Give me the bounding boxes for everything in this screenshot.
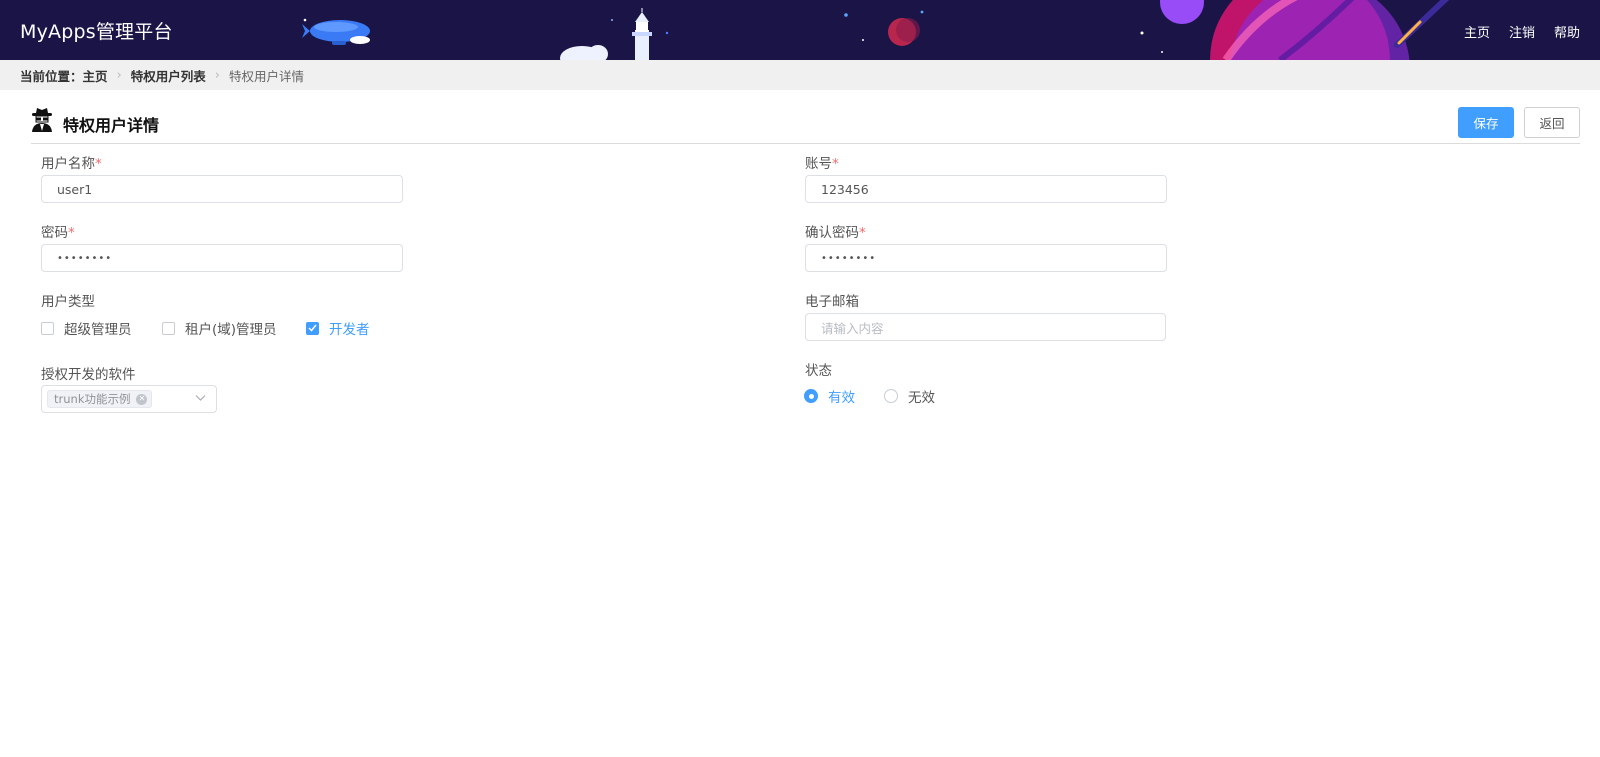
app-title: MyApps管理平台 [20, 21, 173, 43]
user-type-developer-checkbox[interactable]: 开发者 [306, 318, 370, 338]
username-input[interactable]: user1 [41, 175, 403, 203]
checkbox-label: 超级管理员 [64, 322, 132, 338]
top-header: MyApps管理平台 主页 注销 帮助 [0, 0, 1600, 60]
status-invalid-radio[interactable]: 无效 [884, 386, 935, 406]
required-mark: * [68, 225, 75, 241]
account-input[interactable]: 123456 [805, 175, 1167, 203]
user-type-label: 用户类型 [41, 294, 95, 310]
username-label-text: 用户名称 [41, 156, 95, 172]
status-label: 状态 [805, 363, 832, 379]
software-label: 授权开发的软件 [41, 367, 136, 383]
email-label: 电子邮箱 [805, 294, 859, 310]
password-label-text: 密码 [41, 225, 68, 241]
required-mark: * [859, 225, 866, 241]
chevron-right-icon: › [116, 67, 122, 83]
header-illustration [302, 0, 1450, 60]
save-button[interactable]: 保存 [1458, 107, 1514, 138]
breadcrumb: 当前位置： 主页 › 特权用户列表 › 特权用户详情 [0, 60, 1600, 90]
spy-icon [32, 108, 52, 132]
account-label: 账号* [805, 152, 839, 172]
nav-logout-link[interactable]: 注销 [1509, 22, 1535, 41]
account-label-text: 账号 [805, 156, 832, 172]
breadcrumb-user-list[interactable]: 特权用户列表 [131, 66, 206, 85]
email-input[interactable]: 请输入内容 [805, 313, 1166, 341]
breadcrumb-prefix: 当前位置： [20, 68, 83, 84]
radio-dot [804, 389, 818, 403]
confirm-password-label: 确认密码* [805, 221, 866, 241]
password-input[interactable]: •••••••• [41, 244, 403, 272]
close-icon[interactable]: ✕ [136, 393, 148, 405]
required-mark: * [95, 156, 102, 172]
status-valid-radio[interactable]: 有效 [804, 386, 855, 406]
chevron-right-icon: › [214, 67, 220, 83]
breadcrumb-home[interactable]: 主页 [83, 66, 108, 85]
user-type-tenant-admin-checkbox[interactable]: 租户(域)管理员 [162, 318, 277, 338]
user-detail-form: 用户名称* user1 账号* 123456 密码* •••••••• 确认密码… [0, 144, 1600, 444]
checkbox-box [162, 321, 175, 335]
password-label: 密码* [41, 221, 75, 241]
user-type-super-admin-checkbox[interactable]: 超级管理员 [41, 318, 132, 338]
page-title: 特权用户详情 [63, 116, 160, 135]
checkbox-box [41, 321, 54, 335]
back-button[interactable]: 返回 [1524, 107, 1580, 138]
page-header: 特权用户详情 保存 返回 [31, 90, 1580, 144]
software-select[interactable]: trunk功能示例 ✕ [41, 385, 217, 413]
confirm-password-label-text: 确认密码 [805, 225, 859, 241]
radio-dot [884, 389, 898, 403]
checkbox-label: 租户(域)管理员 [185, 322, 277, 338]
software-tag: trunk功能示例 ✕ [47, 390, 153, 408]
nav-home-link[interactable]: 主页 [1464, 22, 1490, 41]
chevron-down-icon [195, 395, 206, 401]
username-label: 用户名称* [41, 152, 102, 172]
confirm-password-input[interactable]: •••••••• [805, 244, 1167, 272]
radio-label: 有效 [828, 390, 855, 406]
software-tag-label: trunk功能示例 [54, 392, 131, 406]
nav-help-link[interactable]: 帮助 [1554, 22, 1580, 41]
radio-label: 无效 [908, 390, 935, 406]
check-icon [306, 321, 319, 335]
breadcrumb-current: 特权用户详情 [228, 68, 304, 84]
checkbox-label: 开发者 [329, 322, 370, 338]
top-nav: 主页 注销 帮助 [1464, 22, 1580, 41]
required-mark: * [832, 156, 839, 172]
